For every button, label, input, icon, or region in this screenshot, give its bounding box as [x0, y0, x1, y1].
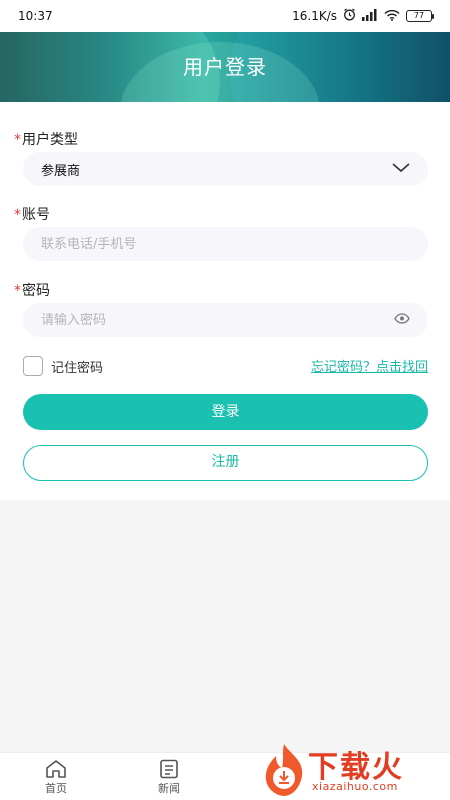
- required-mark: *: [14, 283, 21, 299]
- page-title: 用户登录: [183, 55, 267, 79]
- required-mark: *: [14, 132, 21, 148]
- nav-item-news[interactable]: 新闻: [139, 759, 199, 796]
- eye-icon[interactable]: [394, 312, 410, 328]
- page-header: 用户登录: [0, 32, 450, 102]
- remember-checkbox[interactable]: [23, 356, 43, 376]
- account-input[interactable]: [41, 236, 361, 252]
- nav-label-news: 新闻: [158, 782, 180, 795]
- register-button[interactable]: 注册: [23, 445, 428, 481]
- watermark: 下载火 xiazaihuo.com: [260, 742, 442, 798]
- login-form: *用户类型 参展商 *账号 *密码 记住密码 忘记密码？点击找回 登录 注册: [0, 102, 450, 500]
- password-field[interactable]: [23, 303, 428, 337]
- account-field[interactable]: [23, 227, 428, 261]
- nav-label-home: 首页: [45, 782, 67, 795]
- user-type-label: *用户类型: [14, 132, 78, 148]
- password-label: *密码: [14, 283, 50, 299]
- login-button[interactable]: 登录: [23, 394, 428, 430]
- flame-logo-icon: [260, 742, 308, 800]
- watermark-url: xiazaihuo.com: [312, 780, 398, 793]
- network-speed: 16.1K/s: [292, 9, 337, 23]
- remember-password[interactable]: 记住密码: [23, 356, 103, 376]
- remember-label: 记住密码: [51, 360, 104, 376]
- user-type-value: 参展商: [41, 163, 81, 179]
- user-type-select[interactable]: 参展商: [23, 152, 428, 186]
- status-bar: 10:37 16.1K/s 77: [0, 0, 450, 32]
- wifi-icon: [384, 9, 400, 24]
- forgot-password-link[interactable]: 忘记密码？点击找回: [311, 356, 428, 375]
- news-icon: [139, 759, 199, 779]
- required-mark: *: [14, 207, 21, 223]
- alarm-icon: [343, 8, 356, 24]
- nav-item-home[interactable]: 首页: [26, 759, 86, 796]
- battery-icon: 77: [406, 10, 434, 22]
- password-input[interactable]: [41, 312, 361, 328]
- status-time: 10:37: [18, 9, 53, 23]
- home-icon: [26, 759, 86, 779]
- signal-icon: [362, 8, 378, 24]
- chevron-down-icon: [392, 162, 410, 177]
- status-icons: 16.1K/s 77: [292, 8, 434, 24]
- account-label: *账号: [14, 207, 50, 223]
